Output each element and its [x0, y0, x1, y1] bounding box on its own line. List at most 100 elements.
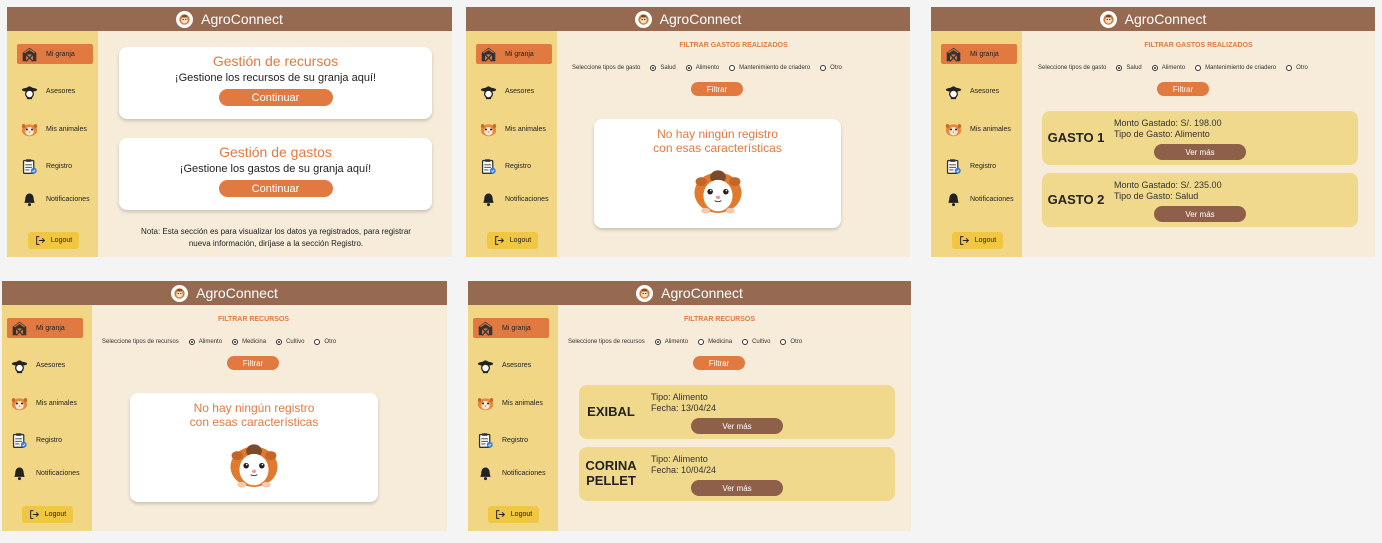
radio-cultivo[interactable]: Cultivo: [742, 339, 770, 345]
barn-icon: [21, 46, 38, 63]
logout-button[interactable]: Logout: [487, 232, 538, 249]
sidebar-item-registro[interactable]: Registro: [941, 156, 1017, 176]
sidebar: Mi granja Asesores Mis animales Registro…: [2, 305, 92, 531]
radio-dot: [188, 339, 195, 345]
logout-icon: [35, 235, 46, 246]
card-title: Gestión de recursos: [212, 53, 339, 69]
guinea-pig-icon: [21, 121, 38, 138]
logout-icon: [495, 509, 506, 520]
screen-gastos-results: AgroConnect Mi granja Asesores Mis anima…: [931, 7, 1375, 257]
sidebar-item-notificaciones[interactable]: Notificaciones: [7, 463, 87, 483]
logout-button[interactable]: Logout: [28, 232, 79, 249]
sidebar-item-mis-animales[interactable]: Mis animales: [17, 119, 93, 139]
radio-otro[interactable]: Otro: [314, 339, 336, 345]
result-name: GASTO 1: [1047, 130, 1105, 145]
bell-icon: [11, 465, 28, 482]
radio-otro[interactable]: Otro: [820, 65, 842, 71]
radio-alimento[interactable]: Alimento: [685, 65, 719, 71]
result-card-exibal: EXIBAL Tipo: Alimento Fecha: 13/04/24 Ve…: [579, 385, 895, 439]
radio-mantenimiento[interactable]: Mantenimiento de criadero: [1195, 65, 1276, 71]
logout-button[interactable]: Logout: [22, 506, 73, 523]
filtrar-button[interactable]: Filtrar: [1157, 82, 1209, 96]
sidebar-item-registro[interactable]: Registro: [476, 156, 552, 176]
radio-salud[interactable]: Salud: [650, 65, 676, 71]
barn-icon: [945, 46, 962, 63]
ver-mas-button[interactable]: Ver más: [691, 480, 783, 496]
sidebar-item-mi-granja[interactable]: Mi granja: [473, 318, 549, 338]
radio-alimento[interactable]: Alimento: [654, 339, 688, 345]
sidebar-item-mi-granja[interactable]: Mi granja: [7, 318, 83, 338]
radio-dot: [729, 65, 736, 71]
card-title: Gestión de gastos: [219, 144, 332, 160]
filter-label: Seleccione tipos de recursos: [568, 339, 645, 345]
sidebar-item-notificaciones[interactable]: Notificaciones: [473, 463, 553, 483]
sidebar-item-registro[interactable]: Registro: [17, 156, 93, 176]
radio-medicina[interactable]: Medicina: [232, 339, 266, 345]
radio-otro[interactable]: Otro: [780, 339, 802, 345]
sidebar-item-asesores[interactable]: Asesores: [17, 81, 93, 101]
result-info: Monto Gastado: S/. 198.00 Tipo de Gasto:…: [1114, 118, 1222, 139]
empty-message: No hay ningún registro con esas caracterí…: [189, 401, 319, 429]
result-info: Monto Gastado: S/. 235.00 Tipo de Gasto:…: [1114, 180, 1222, 201]
sidebar-item-mis-animales[interactable]: Mis animales: [473, 393, 549, 413]
sidebar-item-asesores[interactable]: Asesores: [941, 81, 1017, 101]
app-title: AgroConnect: [196, 285, 278, 301]
radio-dot: [1195, 65, 1202, 71]
filter-label: Seleccione tipos de gasto: [572, 65, 641, 71]
radio-dot: [698, 339, 705, 345]
app-header: AgroConnect: [466, 7, 910, 31]
sidebar-item-asesores[interactable]: Asesores: [476, 81, 552, 101]
screen-mi-granja: AgroConnect Mi granja Asesores Mis anima…: [7, 7, 452, 257]
radio-medicina[interactable]: Medicina: [698, 339, 732, 345]
sidebar-item-registro[interactable]: Registro: [7, 430, 83, 450]
ver-mas-button[interactable]: Ver más: [1154, 206, 1246, 222]
sidebar-item-notificaciones[interactable]: Notificaciones: [941, 189, 1021, 209]
filtrar-button[interactable]: Filtrar: [691, 82, 743, 96]
app-header: AgroConnect: [7, 7, 452, 31]
bell-icon: [480, 191, 497, 208]
sidebar-item-mis-animales[interactable]: Mis animales: [7, 393, 83, 413]
filter-title: FILTRAR RECURSOS: [683, 316, 756, 323]
sidebar-item-notificaciones[interactable]: Notificaciones: [17, 189, 97, 209]
empty-state-card: No hay ningún registro con esas caracterí…: [594, 119, 841, 228]
guinea-pig-illustration: [226, 436, 282, 492]
result-card-corina-pellet: CORINA PELLET Tipo: Alimento Fecha: 10/0…: [579, 447, 895, 501]
sidebar-item-mis-animales[interactable]: Mis animales: [476, 119, 552, 139]
sidebar-item-asesores[interactable]: Asesores: [473, 355, 549, 375]
radio-mantenimiento[interactable]: Mantenimiento de criadero: [729, 65, 810, 71]
farmer-icon: [945, 83, 962, 100]
filter-label: Seleccione tipos de gasto: [1038, 65, 1107, 71]
result-name: EXIBAL: [587, 404, 635, 419]
sidebar-item-asesores[interactable]: Asesores: [7, 355, 83, 375]
radio-alimento[interactable]: Alimento: [1151, 65, 1185, 71]
radio-dot: [314, 339, 321, 345]
sidebar-item-notificaciones[interactable]: Notificaciones: [476, 189, 556, 209]
barn-icon: [480, 46, 497, 63]
radio-otro[interactable]: Otro: [1286, 65, 1308, 71]
guinea-pig-icon: [480, 121, 497, 138]
filtrar-button[interactable]: Filtrar: [227, 356, 279, 370]
logout-button[interactable]: Logout: [488, 506, 539, 523]
sidebar-item-registro[interactable]: Registro: [473, 430, 549, 450]
ver-mas-button[interactable]: Ver más: [1154, 144, 1246, 160]
empty-state-card: No hay ningún registro con esas caracterí…: [130, 393, 378, 502]
continuar-button[interactable]: Continuar: [218, 89, 333, 106]
sidebar-item-mi-granja[interactable]: Mi granja: [476, 44, 552, 64]
sidebar-item-mis-animales[interactable]: Mis animales: [941, 119, 1017, 139]
logout-button[interactable]: Logout: [952, 232, 1003, 249]
filter-options: Seleccione tipos de gasto Salud Alimento…: [1038, 65, 1308, 71]
filter-title: FILTRAR GASTOS REALIZADOS: [1144, 42, 1253, 49]
farmer-icon: [21, 83, 38, 100]
filtrar-button[interactable]: Filtrar: [693, 356, 745, 370]
sidebar-item-mi-granja[interactable]: Mi granja: [17, 44, 93, 64]
ver-mas-button[interactable]: Ver más: [691, 418, 783, 434]
clipboard-icon: [477, 432, 494, 449]
app-logo-icon: [636, 284, 654, 302]
filter-options: Seleccione tipos de recursos Alimento Me…: [102, 339, 336, 345]
guinea-pig-icon: [477, 395, 494, 412]
continuar-button[interactable]: Continuar: [218, 180, 333, 197]
sidebar-item-mi-granja[interactable]: Mi granja: [941, 44, 1017, 64]
radio-cultivo[interactable]: Cultivo: [276, 339, 304, 345]
radio-salud[interactable]: Salud: [1116, 65, 1142, 71]
radio-alimento[interactable]: Alimento: [188, 339, 222, 345]
